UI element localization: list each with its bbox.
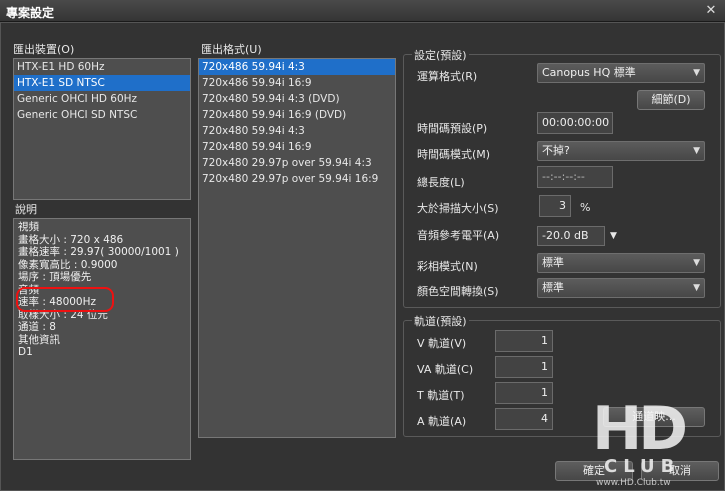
description-line: 場序 : 頂場優先 xyxy=(18,271,92,283)
timecode-mode-select[interactable]: 不掉? ▼ xyxy=(537,141,705,161)
description-line: 其他資訊 xyxy=(18,333,60,346)
total-length-label: 總長度(L) xyxy=(417,176,465,189)
color-mode-label: 彩相模式(N) xyxy=(417,260,478,273)
audio-ref-label: 音頻參考電平(A) xyxy=(417,229,500,242)
codec-value: Canopus HQ 標準 xyxy=(542,66,636,79)
export-device-list[interactable]: HTX-E1 HD 60Hz HTX-E1 SD NTSC Generic OHCI… xyxy=(13,58,191,200)
description-line: 畫格速率 : 29.97( 30000/1001 ) xyxy=(18,246,179,258)
detail-button[interactable]: 細節(D) xyxy=(637,90,705,110)
tracks-group-title: 軌道(預設) xyxy=(412,313,469,329)
export-format-label: 匯出格式(U) xyxy=(201,43,262,56)
color-space-value: 標準 xyxy=(542,281,564,294)
export-device-item[interactable]: Generic OHCI SD NTSC xyxy=(14,107,190,123)
export-format-item[interactable]: 720x480 29.97p over 59.94i 16:9 xyxy=(199,171,395,187)
audio-ref-dropdown-icon[interactable]: ▼ xyxy=(610,231,617,241)
export-device-item[interactable]: Generic OHCI HD 60Hz xyxy=(14,91,190,107)
watermark-url: www.HD.Club.tw xyxy=(596,478,671,488)
export-format-item[interactable]: 720x480 29.97p over 59.94i 4:3 xyxy=(199,155,395,171)
window-title: 專案設定 xyxy=(6,6,55,20)
a-track-field[interactable]: 4 xyxy=(495,408,553,430)
audio-ref-field[interactable]: -20.0 dB xyxy=(537,226,605,246)
description-line: 通道 : 8 xyxy=(18,321,56,333)
color-mode-select[interactable]: 標準 ▼ xyxy=(537,253,705,273)
color-mode-value: 標準 xyxy=(542,256,564,269)
export-device-item[interactable]: HTX-E1 HD 60Hz xyxy=(14,59,190,75)
codec-label: 運算格式(R) xyxy=(417,70,478,83)
overscan-field[interactable]: 3 xyxy=(539,195,571,217)
export-format-list[interactable]: 720x486 59.94i 4:3 720x486 59.94i 16:9 720… xyxy=(198,58,396,438)
chevron-down-icon: ▼ xyxy=(693,283,700,293)
codec-select[interactable]: Canopus HQ 標準 ▼ xyxy=(537,63,705,83)
settings-group-title: 設定(預設) xyxy=(412,47,469,63)
v-track-field[interactable]: 1 xyxy=(495,330,553,352)
timecode-preset-label: 時間碼預設(P) xyxy=(417,122,488,135)
color-space-select[interactable]: 標準 ▼ xyxy=(537,278,705,298)
timecode-mode-label: 時間碼模式(M) xyxy=(417,148,491,161)
chevron-down-icon: ▼ xyxy=(693,258,700,268)
description-line: 視頻 xyxy=(18,221,39,233)
hdclub-watermark: HD CLUB www.HD.Club.tw xyxy=(578,398,723,490)
description-box: 視頻 畫格大小 : 720 x 486 畫格速率 : 29.97( 30000/10… xyxy=(13,218,191,460)
chevron-down-icon: ▼ xyxy=(693,68,700,78)
export-format-item[interactable]: 720x480 59.94i 16:9 (DVD) xyxy=(199,107,395,123)
export-format-item[interactable]: 720x480 59.94i 16:9 xyxy=(199,139,395,155)
export-format-item[interactable]: 720x486 59.94i 4:3 xyxy=(199,59,395,75)
chevron-down-icon: ▼ xyxy=(693,146,700,156)
va-track-field[interactable]: 1 xyxy=(495,356,553,378)
field-order-highlight xyxy=(16,287,114,312)
overscan-label: 大於掃描大小(S) xyxy=(417,202,499,215)
export-device-label: 匯出裝置(O) xyxy=(13,43,75,56)
watermark-club: CLUB xyxy=(604,456,681,477)
va-track-label: VA 軌道(C) xyxy=(417,363,474,376)
export-format-item[interactable]: 720x480 59.94i 4:3 (DVD) xyxy=(199,91,395,107)
v-track-label: V 軌道(V) xyxy=(417,337,467,350)
description-line: 畫格大小 : 720 x 486 xyxy=(18,233,124,246)
title-bar: 專案設定 ✕ xyxy=(0,0,725,22)
overscan-unit: % xyxy=(580,201,591,214)
total-length-field: --:--:--:-- xyxy=(537,166,613,188)
timecode-preset-field[interactable]: 00:00:00:00 xyxy=(537,112,613,134)
t-track-field[interactable]: 1 xyxy=(495,382,553,404)
export-format-item[interactable]: 720x480 59.94i 4:3 xyxy=(199,123,395,139)
a-track-label: A 軌道(A) xyxy=(417,415,467,428)
watermark-logo: HD xyxy=(592,394,688,464)
close-icon[interactable]: ✕ xyxy=(703,3,719,19)
description-line: 像素寬高比 : 0.9000 xyxy=(18,258,118,271)
color-space-label: 顏色空間轉換(S) xyxy=(417,285,499,298)
description-line: D1 xyxy=(18,346,33,358)
description-label: 說明 xyxy=(15,203,37,216)
timecode-mode-value: 不掉? xyxy=(542,144,570,157)
export-device-item[interactable]: HTX-E1 SD NTSC xyxy=(14,75,190,91)
export-format-item[interactable]: 720x486 59.94i 16:9 xyxy=(199,75,395,91)
t-track-label: T 軌道(T) xyxy=(417,389,465,402)
